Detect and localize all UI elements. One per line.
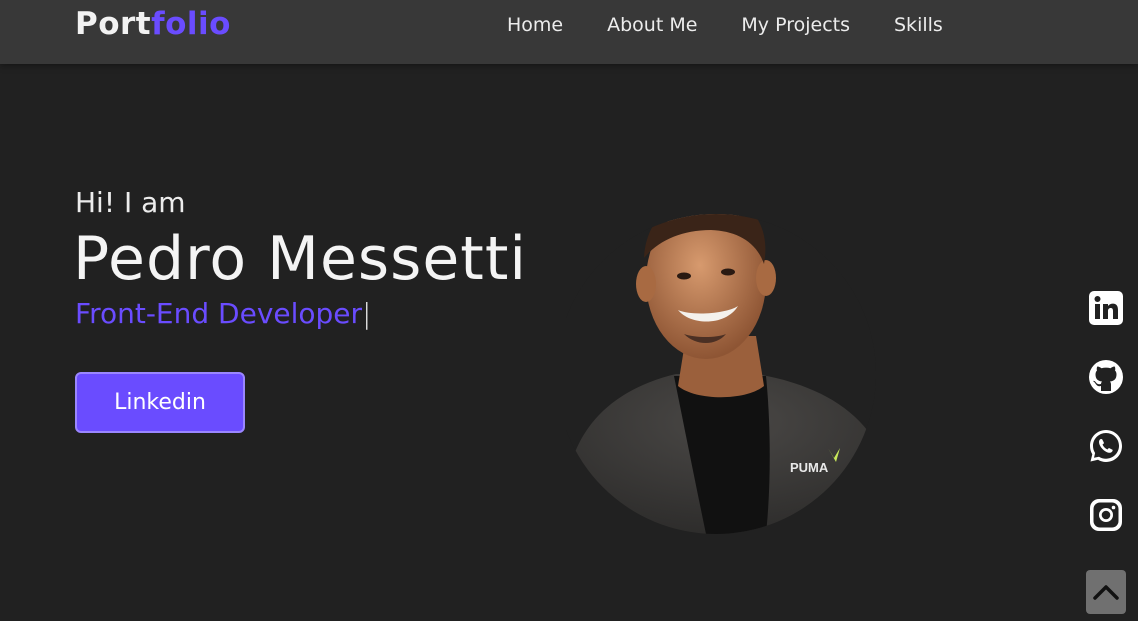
scroll-to-top-button[interactable]: [1086, 570, 1126, 614]
hero-role-text: Front-End Developer: [75, 297, 363, 330]
logo-main: Port: [75, 6, 152, 42]
hero-greeting: Hi! I am: [75, 186, 186, 219]
chevron-up-icon: [1093, 585, 1119, 600]
linkedin-icon[interactable]: [1088, 290, 1124, 326]
nav-link-my-projects[interactable]: My Projects: [741, 13, 850, 37]
profile-photo-graphic: PUMA: [566, 214, 876, 534]
instagram-icon[interactable]: [1088, 497, 1124, 533]
nav-link-skills[interactable]: Skills: [894, 13, 943, 37]
hero-name: Pedro Messetti: [73, 224, 528, 294]
nav-links: Home About Me My Projects Skills: [507, 13, 943, 37]
github-icon[interactable]: [1088, 359, 1124, 395]
logo-accent: folio: [151, 6, 231, 42]
social-icons: [1088, 290, 1124, 533]
typing-cursor: |: [362, 297, 372, 330]
navbar: Portfolio Home About Me My Projects Skil…: [0, 0, 1138, 64]
nav-link-home[interactable]: Home: [507, 13, 563, 37]
logo[interactable]: Portfolio: [75, 6, 231, 42]
hero-role: Front-End Developer|: [75, 297, 371, 330]
profile-photo: PUMA: [566, 186, 888, 534]
whatsapp-icon[interactable]: [1088, 428, 1124, 464]
shirt-logo-text: PUMA: [790, 460, 829, 475]
linkedin-button[interactable]: Linkedin: [75, 372, 245, 433]
nav-link-about-me[interactable]: About Me: [607, 13, 697, 37]
